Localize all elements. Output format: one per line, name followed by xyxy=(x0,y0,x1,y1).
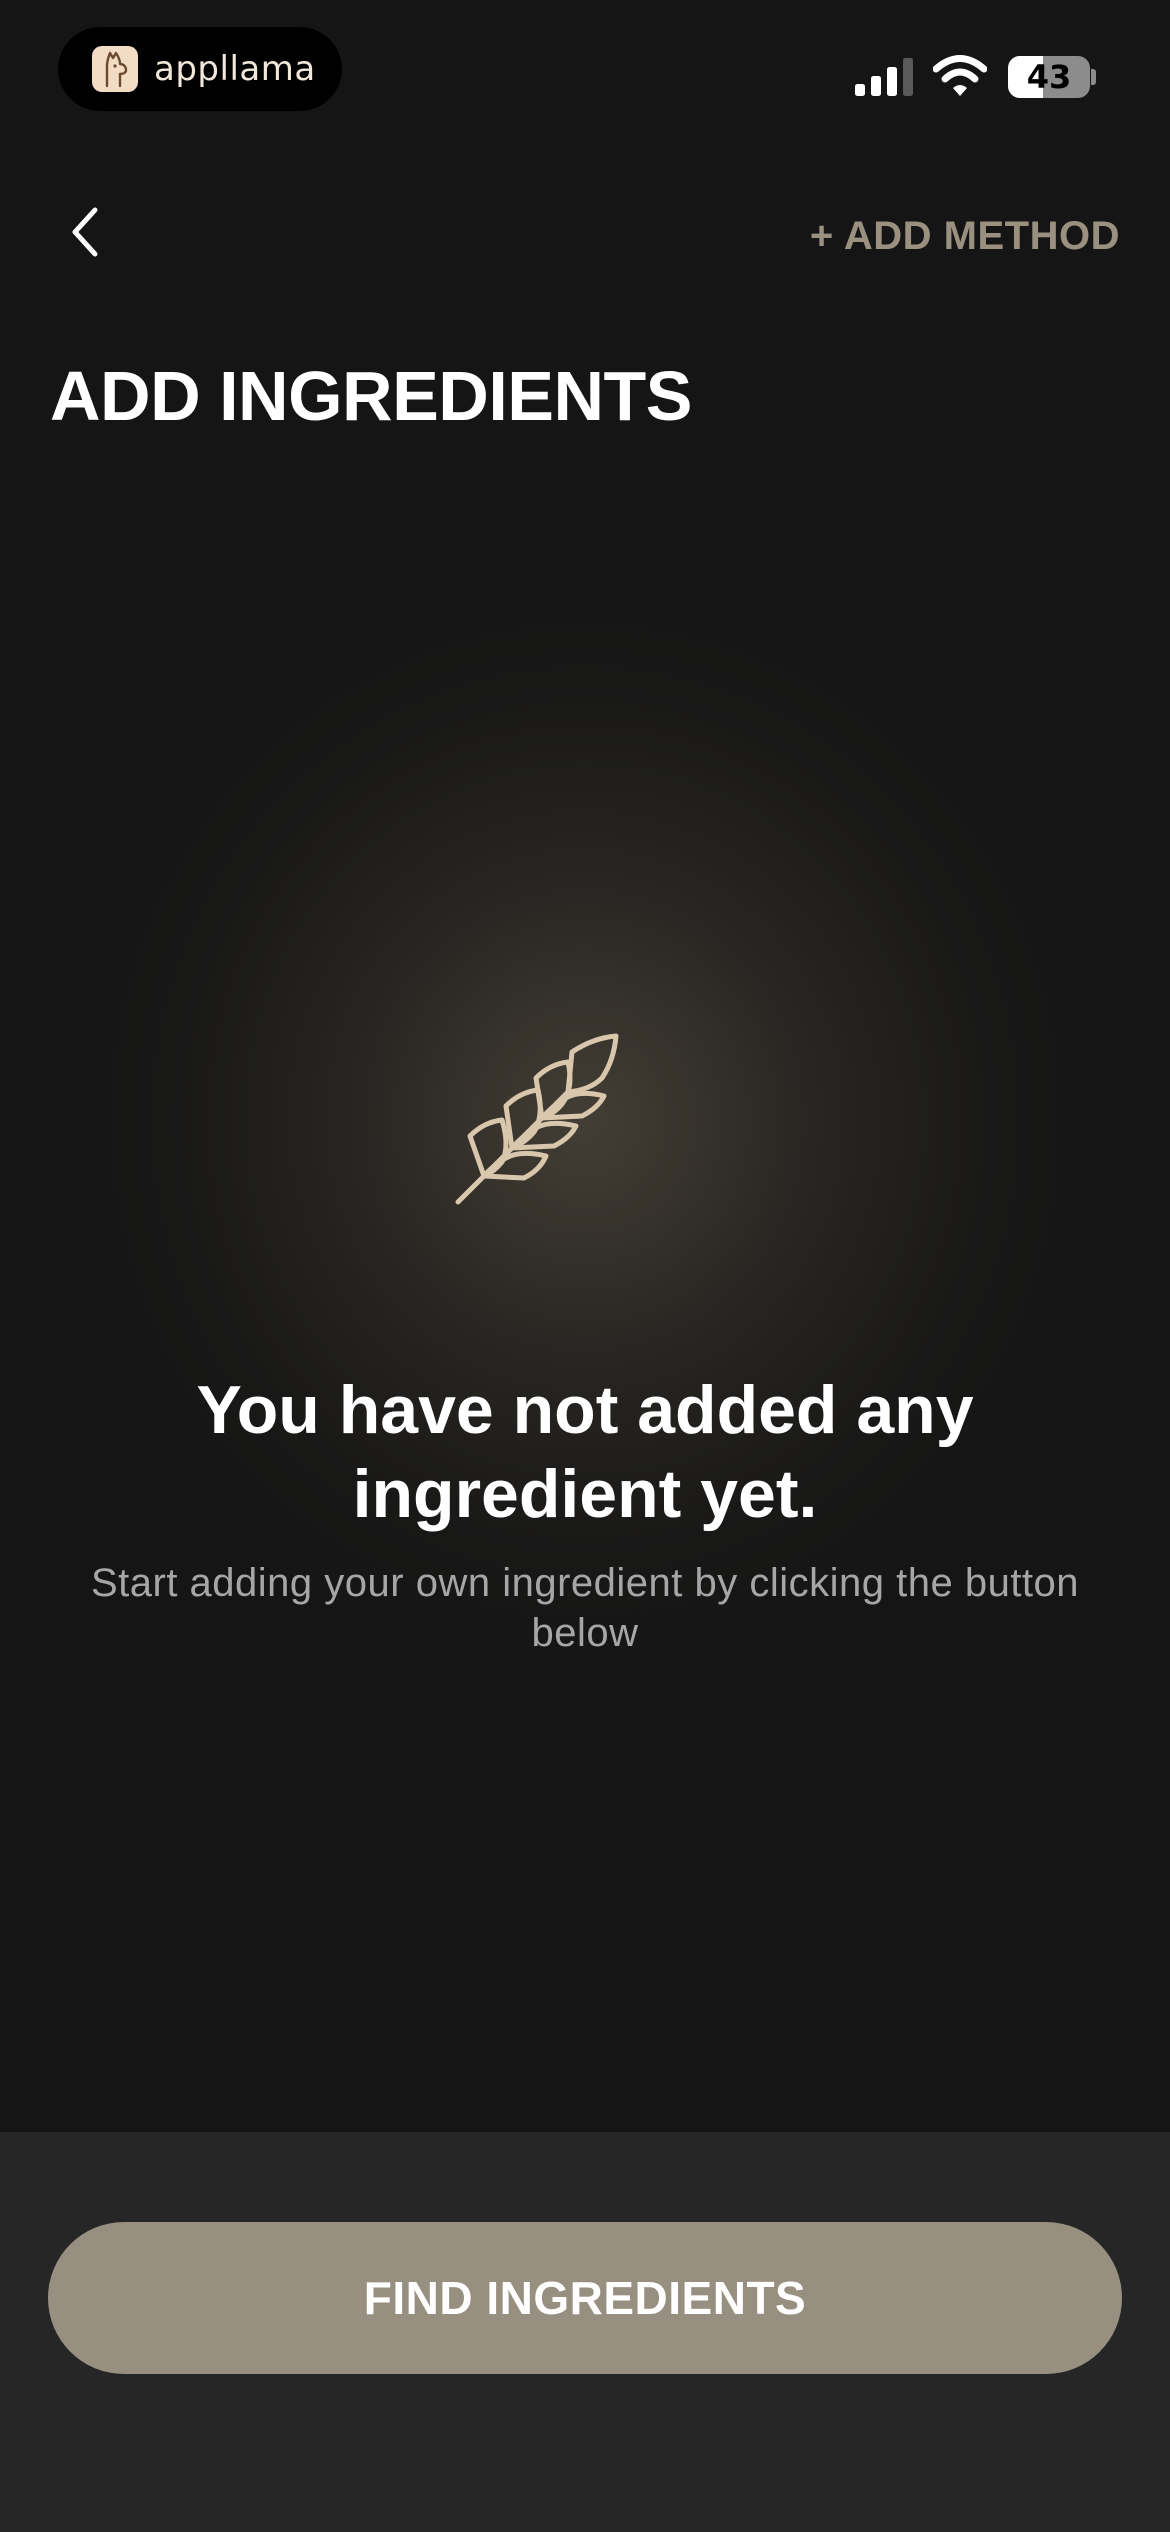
screen: appllama 43 + ADD METHOD ADD INGREDIENTS xyxy=(0,0,1170,2532)
wheat-icon xyxy=(455,1033,619,1205)
cellular-signal-icon xyxy=(855,58,913,96)
battery-level: 43 xyxy=(1026,58,1072,96)
llama-icon xyxy=(92,46,138,92)
back-button[interactable] xyxy=(50,192,120,272)
battery-indicator: 43 xyxy=(1008,56,1090,98)
find-ingredients-button[interactable]: FIND INGREDIENTS xyxy=(48,2222,1122,2374)
empty-state-subtext: Start adding your own ingredient by clic… xyxy=(90,1561,1080,1655)
wifi-icon xyxy=(933,55,987,96)
battery-tip xyxy=(1091,69,1096,85)
chevron-left-icon xyxy=(72,207,98,257)
app-name: appllama xyxy=(154,49,316,89)
add-method-button[interactable]: + ADD METHOD xyxy=(810,214,1120,259)
app-pill[interactable]: appllama xyxy=(58,27,342,111)
status-bar: appllama 43 xyxy=(0,0,1170,140)
page-title: ADD INGREDIENTS xyxy=(50,357,692,435)
empty-state-heading: You have not added any ingredient yet. xyxy=(196,1372,974,1532)
bottom-panel: FIND INGREDIENTS xyxy=(0,2132,1170,2532)
